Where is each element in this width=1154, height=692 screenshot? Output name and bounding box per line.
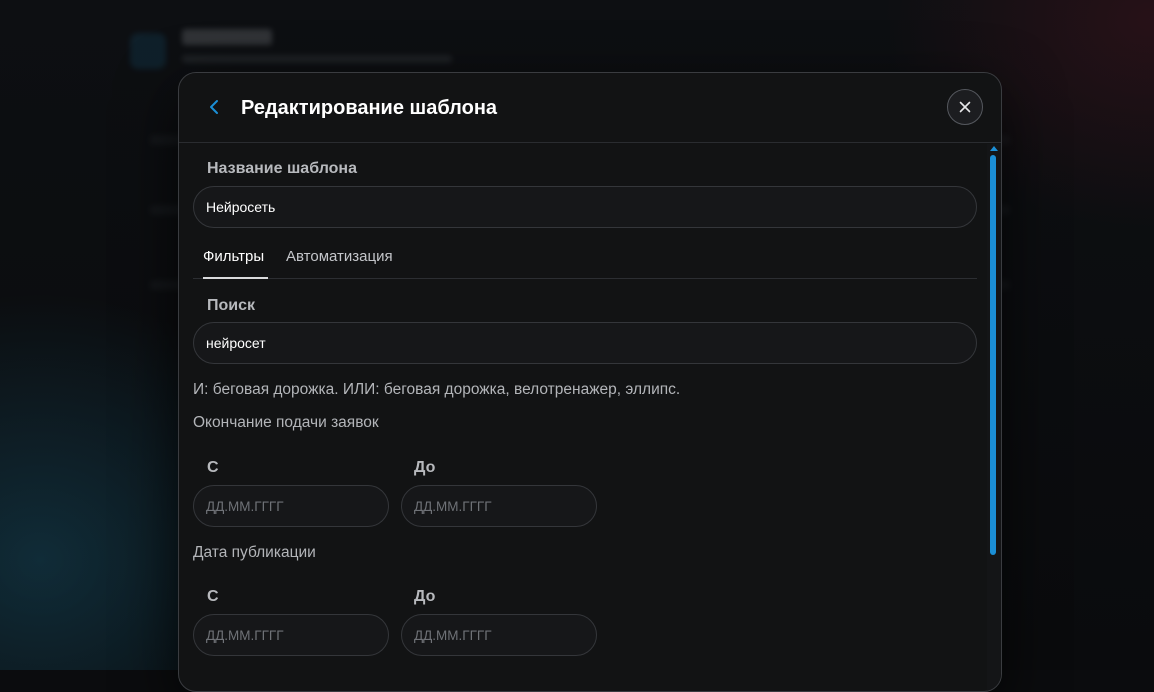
deadline-from-input[interactable]: ДД.ММ.ГГГГ bbox=[193, 485, 389, 527]
template-name-input[interactable]: Нейросеть bbox=[193, 186, 977, 228]
deadline-to-label: До bbox=[414, 459, 435, 477]
tab-filters[interactable]: Фильтры bbox=[203, 246, 268, 279]
tab-automation[interactable]: Автоматизация bbox=[286, 246, 393, 279]
back-button[interactable] bbox=[203, 95, 227, 119]
published-to-label: До bbox=[414, 588, 435, 606]
published-section-title: Дата публикации bbox=[193, 544, 316, 562]
background-logo bbox=[130, 33, 166, 69]
background-subtitle bbox=[182, 55, 452, 63]
edit-template-modal: Редактирование шаблона Название шаблона … bbox=[178, 72, 1002, 692]
close-button[interactable] bbox=[947, 89, 983, 125]
deadline-from-label: С bbox=[207, 459, 219, 477]
modal-title: Редактирование шаблона bbox=[241, 97, 497, 120]
chevron-left-icon bbox=[208, 99, 222, 115]
scroll-up-arrow-icon[interactable] bbox=[990, 146, 998, 151]
close-icon bbox=[959, 101, 971, 113]
modal-body: Название шаблона Нейросеть Фильтры Автом… bbox=[179, 144, 989, 692]
published-from-label: С bbox=[207, 588, 219, 606]
deadline-to-input[interactable]: ДД.ММ.ГГГГ bbox=[401, 485, 597, 527]
deadline-section-title: Окончание подачи заявок bbox=[193, 414, 379, 432]
template-name-label: Название шаблона bbox=[207, 160, 357, 178]
published-to-input[interactable]: ДД.ММ.ГГГГ bbox=[401, 614, 597, 656]
modal-scrollbar[interactable] bbox=[987, 144, 1001, 692]
scroll-thumb[interactable] bbox=[990, 155, 996, 555]
modal-header: Редактирование шаблона bbox=[179, 73, 1001, 143]
tab-bar: Фильтры Автоматизация bbox=[193, 246, 977, 279]
search-hint: И: беговая дорожка. ИЛИ: беговая дорожка… bbox=[193, 381, 680, 399]
search-label: Поиск bbox=[207, 297, 255, 315]
search-input[interactable]: нейросет bbox=[193, 322, 977, 364]
published-from-input[interactable]: ДД.ММ.ГГГГ bbox=[193, 614, 389, 656]
background-title bbox=[182, 29, 272, 45]
